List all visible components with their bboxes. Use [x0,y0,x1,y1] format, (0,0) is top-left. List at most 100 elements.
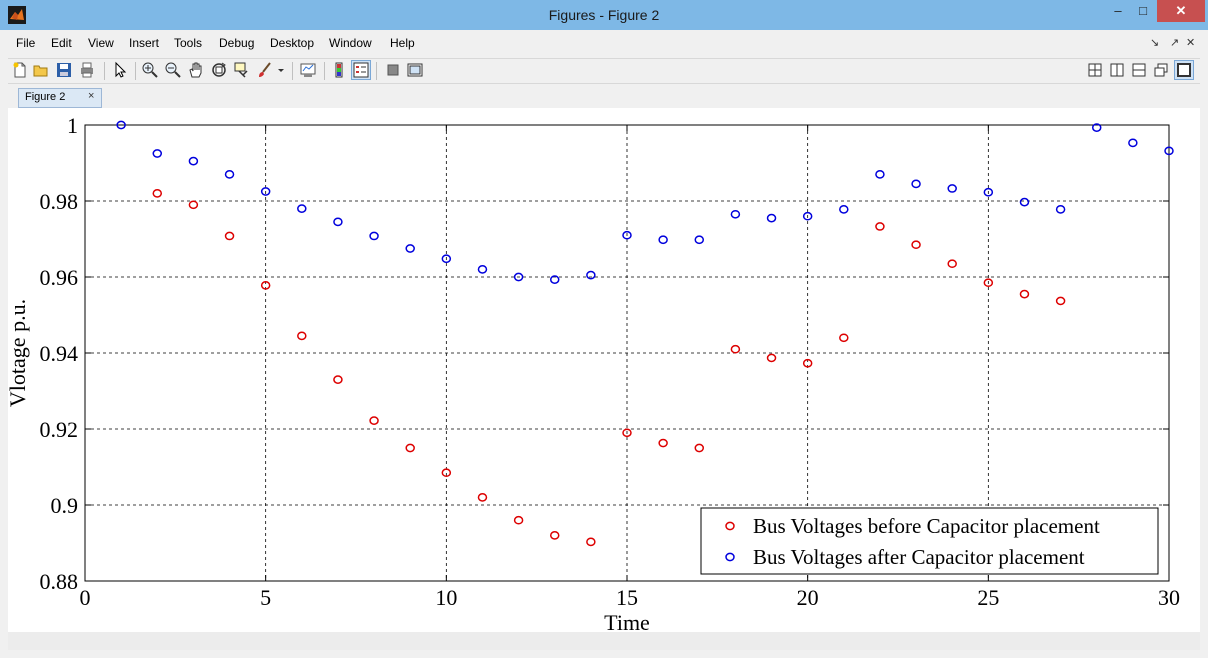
data-point-after[interactable] [947,184,957,193]
data-point-after[interactable] [1055,205,1066,214]
data-point-after[interactable] [369,231,379,241]
data-point-before[interactable] [911,240,921,250]
data-point-before[interactable] [839,333,849,343]
data-point-after[interactable] [224,170,235,179]
figure-canvas: 0 5 10 15 20 25 30 0.88 0.9 0.92 0.94 0.96 0.98 1 Tim… [5,108,1200,635]
data-point-after[interactable] [875,170,885,179]
data-point-before[interactable] [1055,296,1066,306]
top-bottom-layout-icon[interactable] [1130,61,1148,79]
data-point-before[interactable] [477,493,488,502]
maximize-button[interactable]: □ [1129,0,1157,22]
data-point-before[interactable] [549,531,560,540]
menu-tools[interactable]: Tools [174,36,202,50]
data-point-after[interactable] [188,156,199,166]
y-tick-label: 0.98 [40,189,79,214]
print-icon[interactable] [78,61,96,79]
menu-file[interactable]: File [16,36,35,50]
x-tick-label: 20 [797,585,819,610]
y-tick-label: 1 [67,113,78,138]
data-point-after[interactable] [152,149,163,158]
x-tick-label: 30 [1158,585,1180,610]
legend-icon[interactable] [351,60,371,80]
data-point-before[interactable] [875,222,885,231]
zoom-in-icon[interactable] [141,61,159,79]
tile-layout-icon[interactable] [1086,61,1104,79]
x-tick-label: 5 [260,585,271,610]
open-file-icon[interactable] [32,61,50,79]
save-icon[interactable] [55,61,73,79]
menu-bar: File Edit View Insert Tools Debug Deskto… [8,34,1200,54]
x-tick-label: 15 [616,585,638,610]
menu-insert[interactable]: Insert [129,36,159,50]
dock-icon[interactable]: ↗ [1170,36,1179,49]
window-title: Figures - Figure 2 [548,7,660,23]
y-axis-label: Vlotage p.u. [8,299,30,407]
data-point-before[interactable] [1019,289,1030,299]
menu-edit[interactable]: Edit [51,36,72,50]
hide-plot-tools-icon[interactable] [384,61,402,79]
data-point-after[interactable] [730,209,741,219]
menu-debug[interactable]: Debug [219,36,254,50]
left-right-layout-icon[interactable] [1108,61,1126,79]
minimize-button[interactable]: – [1104,0,1132,22]
data-point-before[interactable] [152,189,163,198]
data-cursor-icon[interactable] [233,61,251,79]
menu-help[interactable]: Help [390,36,415,50]
brush-dropdown-icon[interactable] [276,61,286,79]
close-button[interactable]: ✕ [1157,0,1205,22]
link-plot-icon[interactable] [299,61,317,79]
data-point-before[interactable] [333,375,343,384]
data-point-before[interactable] [766,353,777,363]
menu-view[interactable]: View [88,36,114,50]
y-tick-label: 0.92 [40,417,79,442]
edit-plot-icon[interactable] [111,61,129,79]
data-point-after[interactable] [297,204,307,213]
legend[interactable]: Bus Voltages before Capacitor placement … [700,507,1159,575]
data-point-after[interactable] [839,205,849,214]
float-icon[interactable] [1152,61,1170,79]
zoom-out-icon[interactable] [164,61,182,79]
data-point-after[interactable] [1128,138,1138,148]
figure-window: Figures - Figure 2 – □ ✕ File Edit View … [0,0,1208,658]
data-point-after[interactable] [766,213,777,223]
data-point-after[interactable] [694,235,705,245]
data-point-after[interactable] [333,217,343,227]
data-point-before[interactable] [513,515,524,525]
data-point-after[interactable] [1019,197,1030,207]
data-point-after[interactable] [586,270,596,280]
tab-close-icon[interactable]: × [88,90,94,102]
pan-icon[interactable] [187,61,205,79]
legend-label-after: Bus Voltages after Capacitor placement [753,545,1085,569]
document-tab-bar: Figure 2 × [8,86,1200,108]
data-point-after[interactable] [658,235,668,245]
tab-label: Figure 2 [25,91,66,103]
data-point-after[interactable] [477,265,488,274]
rotate-3d-icon[interactable] [210,61,228,79]
colorbar-icon[interactable] [330,61,348,79]
data-point-before[interactable] [730,344,741,354]
close-figure-icon[interactable]: ✕ [1186,36,1195,49]
status-bar [8,632,1200,650]
data-point-before[interactable] [297,331,307,341]
data-point-before[interactable] [586,537,596,547]
data-point-before[interactable] [369,416,379,425]
show-plot-tools-icon[interactable] [406,61,424,79]
maximize-layout-icon[interactable] [1174,60,1194,80]
data-point-after[interactable] [911,179,921,189]
undock-icon[interactable]: ↘ [1150,36,1159,49]
menu-window[interactable]: Window [329,36,372,50]
title-bar[interactable]: Figures - Figure 2 – □ ✕ [0,0,1208,30]
data-point-before[interactable] [188,200,199,210]
data-point-before[interactable] [658,438,668,448]
brush-icon[interactable] [256,61,274,79]
data-point-before[interactable] [694,443,705,453]
tab-figure-2[interactable]: Figure 2 × [18,88,102,108]
new-figure-icon[interactable] [11,61,29,79]
scatter-plot[interactable]: 0 5 10 15 20 25 30 0.88 0.9 0.92 0.94 0.96 0.98 1 Tim… [5,108,1200,635]
data-point-after[interactable] [405,244,415,253]
menu-desktop[interactable]: Desktop [270,36,314,50]
data-point-before[interactable] [947,259,957,269]
data-point-before[interactable] [224,231,235,241]
data-point-before[interactable] [405,443,415,453]
y-tick-label: 0.88 [40,569,79,594]
